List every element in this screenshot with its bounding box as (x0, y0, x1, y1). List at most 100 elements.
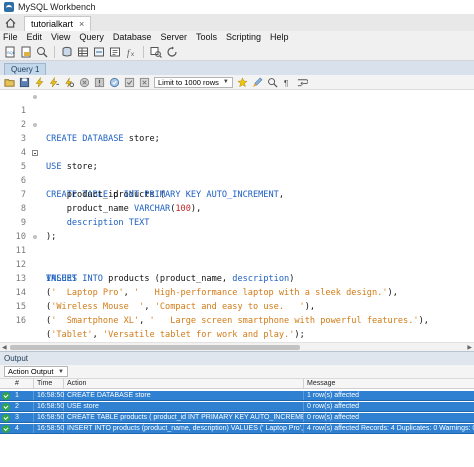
svg-text:x: x (131, 52, 134, 58)
query-tab-label: Query 1 (11, 65, 40, 74)
autocommit-icon[interactable] (109, 77, 120, 88)
sql-editor[interactable]: 1 CREATE DATABASE store; 2 3 USE store; … (0, 90, 474, 342)
column-header-time[interactable]: Time (34, 379, 64, 388)
explain-magnifier-icon[interactable] (64, 77, 75, 88)
line-number: 16 (15, 316, 26, 326)
code-line-3: 3 USE store; (0, 118, 474, 172)
title-bar: MySQL Workbench (0, 0, 474, 14)
create-schema-icon[interactable] (61, 46, 73, 58)
sql-string: 'Tablet' (51, 330, 93, 340)
row-action: CREATE DATABASE store (64, 391, 304, 400)
tab-query-1[interactable]: Query 1 (4, 63, 47, 75)
favorite-star-icon[interactable] (237, 76, 248, 88)
scrollbar-thumb[interactable] (10, 345, 300, 350)
output-panel-header: Output (0, 351, 474, 365)
svg-text:SQL: SQL (7, 50, 16, 55)
create-function-icon[interactable]: fx (125, 46, 137, 58)
row-action: USE store (64, 402, 304, 411)
execute-current-lightning-icon[interactable] (49, 76, 60, 88)
output-type-value: Action Output (8, 367, 54, 376)
main-toolbar: SQL fx (0, 43, 474, 61)
execute-all-lightning-icon[interactable] (34, 76, 45, 88)
editor-horizontal-scrollbar[interactable]: ◀ ▶ (0, 342, 474, 351)
commit-icon[interactable] (124, 77, 135, 88)
scroll-right-icon[interactable]: ▶ (467, 344, 472, 351)
mysql-workbench-icon (4, 2, 14, 12)
table-row[interactable]: 1 16:58:50 CREATE DATABASE store 1 row(s… (0, 391, 474, 401)
stop-icon[interactable] (79, 77, 90, 88)
table-row[interactable]: 3 16:58:50 CREATE TABLE products ( produ… (0, 413, 474, 423)
create-procedure-icon[interactable] (109, 46, 121, 58)
connection-tab-label: tutorialkart (31, 19, 74, 29)
output-type-select[interactable]: Action Output ▼ (4, 366, 68, 377)
row-time: 16:58:50 (34, 413, 64, 422)
sql-editor-toolbar: Limit to 1000 rows ▼ ¶ (0, 75, 474, 90)
beautify-brush-icon[interactable] (252, 77, 263, 88)
wrap-lines-icon[interactable] (297, 77, 308, 88)
row-message: 1 row(s) affected (307, 392, 360, 399)
limit-rows-select[interactable]: Limit to 1000 rows ▼ (154, 76, 233, 88)
find-replace-icon[interactable] (267, 77, 278, 88)
row-time: 16:58:50 (34, 391, 64, 400)
code-line-14: 14 ('Wireless Mouse ', 'Compact and easy… (0, 272, 474, 312)
menu-edit[interactable]: Edit (27, 32, 43, 42)
create-table-icon[interactable] (77, 46, 89, 58)
scroll-left-icon[interactable]: ◀ (2, 344, 7, 351)
row-message: 4 row(s) affected Records: 4 Duplicates:… (307, 425, 474, 432)
code-line-12: 12 VALUES (0, 244, 474, 284)
search-table-data-icon[interactable] (150, 46, 162, 58)
menu-tools[interactable]: Tools (196, 32, 217, 42)
toggle-error-icon[interactable] (94, 77, 105, 88)
home-icon[interactable] (0, 14, 20, 31)
statement-marker (33, 95, 37, 99)
success-check-icon (2, 413, 10, 422)
open-sql-script-icon[interactable] (20, 46, 32, 58)
row-number: 4 (12, 424, 34, 433)
table-row[interactable]: 2 16:58:50 USE store 0 row(s) affected (0, 402, 474, 412)
menu-server[interactable]: Server (160, 32, 187, 42)
table-row[interactable]: 4 16:58:50 INSERT INTO products (product… (0, 424, 474, 434)
invisible-chars-icon[interactable]: ¶ (282, 77, 293, 88)
menu-scripting[interactable]: Scripting (226, 32, 261, 42)
row-number: 1 (12, 391, 34, 400)
chevron-down-icon: ▼ (58, 368, 64, 375)
menu-view[interactable]: View (51, 32, 70, 42)
statement-marker (33, 123, 37, 127)
sql-text: ); (294, 330, 305, 340)
menu-file[interactable]: File (3, 32, 18, 42)
column-header-number[interactable]: # (12, 379, 34, 388)
menu-bar: File Edit View Query Database Server Too… (0, 31, 474, 43)
sql-string: 'Versatile tablet for work and play.' (102, 330, 295, 340)
menu-database[interactable]: Database (113, 32, 152, 42)
statement-marker (33, 235, 37, 239)
close-icon[interactable]: × (79, 19, 84, 29)
row-action: CREATE TABLE products ( product_id INT P… (64, 413, 304, 422)
open-file-icon[interactable] (4, 77, 15, 88)
row-number: 3 (12, 413, 34, 422)
create-view-icon[interactable] (93, 46, 105, 58)
rollback-icon[interactable] (139, 77, 150, 88)
open-inspector-icon[interactable] (36, 46, 48, 58)
chevron-down-icon: ▼ (222, 79, 229, 85)
reconnect-icon[interactable] (166, 46, 178, 58)
svg-text:¶: ¶ (284, 79, 289, 88)
column-header-action[interactable]: Action (64, 379, 304, 388)
table-header-row: # Time Action Message (0, 379, 474, 389)
fold-toggle-icon[interactable] (32, 150, 38, 156)
menu-help[interactable]: Help (270, 32, 289, 42)
code-line-4: 4 (0, 132, 474, 158)
toolbar-separator (54, 45, 55, 58)
sql-text: , (139, 316, 150, 326)
code-line-16: 16 ('Tablet', 'Versatile tablet for work… (0, 300, 474, 340)
success-check-icon (2, 391, 10, 400)
save-icon[interactable] (19, 77, 30, 88)
connection-tab-bar: tutorialkart × (0, 14, 474, 31)
connection-tab-tutorialkart[interactable]: tutorialkart × (24, 16, 92, 31)
menu-query[interactable]: Query (79, 32, 104, 42)
row-time: 16:58:50 (34, 424, 64, 433)
limit-rows-value: Limit to 1000 rows (158, 77, 219, 87)
column-header-message[interactable]: Message (304, 379, 474, 388)
success-check-icon (2, 402, 10, 411)
new-sql-tab-icon[interactable]: SQL (4, 46, 16, 58)
sql-string: ' Large screen smartphone with powerful … (149, 316, 419, 326)
